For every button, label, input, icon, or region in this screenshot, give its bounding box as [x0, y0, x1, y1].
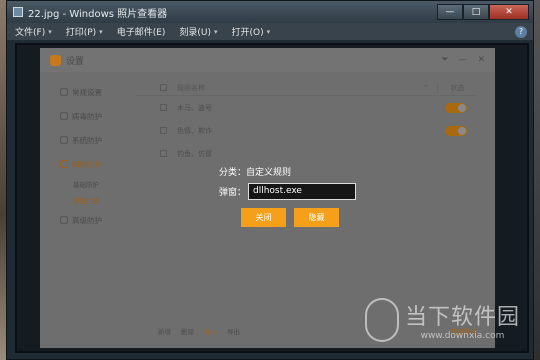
- watermark-title: 当下软件园: [404, 305, 520, 330]
- row-checkbox[interactable]: [160, 150, 167, 157]
- chevron-down-icon: ▾: [266, 27, 271, 36]
- network-icon: [60, 160, 68, 168]
- menu-open[interactable]: 打开(O) ▾: [232, 25, 271, 39]
- import-link[interactable]: 导入: [204, 326, 217, 336]
- minimize-button[interactable]: —: [437, 4, 463, 20]
- menu-email[interactable]: 电子邮件(E): [117, 25, 166, 38]
- title-bar: 22.jpg - Windows 照片查看器 — □ ✕: [7, 1, 533, 23]
- virus-shield-icon: [60, 112, 68, 120]
- settings-minimize-icon[interactable]: —: [458, 55, 467, 65]
- menu-bar: 文件(F) ▾ 打印(P) ▾ 电子邮件(E) 刻录(U) ▾ 打开(O) ▾ ?: [7, 23, 533, 41]
- delete-rule-link[interactable]: 删除: [181, 326, 194, 336]
- system-icon: [60, 136, 68, 144]
- window-title: 22.jpg - Windows 照片查看器: [28, 8, 168, 20]
- sidebar-item-advanced[interactable]: 高级防护: [40, 208, 132, 232]
- chevron-down-icon: ▾: [48, 27, 52, 36]
- rule-name: 色情、欺诈: [177, 126, 212, 135]
- help-icon[interactable]: ?: [515, 25, 527, 38]
- gear-icon: [60, 88, 68, 96]
- select-all-checkbox[interactable]: [160, 84, 167, 91]
- column-rule-name[interactable]: 规则名称: [177, 83, 423, 93]
- sidebar-item-network[interactable]: 网络防护: [40, 152, 132, 176]
- sidebar-item-system[interactable]: 系统防护: [40, 128, 132, 152]
- photo-viewer-icon: [13, 7, 23, 17]
- menu-file[interactable]: 文件(F) ▾: [15, 25, 52, 39]
- category-value: 自定义规则: [246, 167, 292, 178]
- rules-table-header: 规则名称 ⌃ 状态: [136, 80, 477, 96]
- sidebar-item-virus[interactable]: 病毒防护: [40, 104, 132, 128]
- close-button[interactable]: 关闭: [241, 208, 286, 227]
- rule-toggle[interactable]: [445, 102, 467, 113]
- menu-print[interactable]: 打印(P) ▾: [66, 25, 103, 39]
- rule-name: 钓鱼、仿冒: [177, 149, 212, 158]
- watermark: 当下软件园 www.downxia.com: [364, 298, 520, 342]
- rule-name: 木马、盗号: [177, 103, 212, 112]
- maximize-button[interactable]: □: [463, 4, 489, 20]
- sidebar-sub-basic[interactable]: 基础防护: [40, 176, 132, 192]
- popup-label: 弹窗：: [218, 187, 246, 198]
- sort-icon[interactable]: ⌃: [423, 84, 437, 92]
- add-rule-link[interactable]: 新增: [158, 326, 171, 336]
- sidebar-sub-popup-block[interactable]: 弹窗拦截: [40, 192, 132, 208]
- close-button[interactable]: ✕: [489, 4, 529, 20]
- settings-close-icon[interactable]: ✕: [477, 55, 485, 65]
- shield-logo-icon: [50, 54, 61, 66]
- row-checkbox[interactable]: [160, 127, 167, 134]
- chevron-down-icon: ▾: [99, 27, 103, 36]
- table-row: 木马、盗号: [136, 96, 477, 119]
- settings-title-bar: 设置 ⏷ — ✕: [40, 48, 495, 72]
- popup-process-field[interactable]: dllhost.exe: [248, 182, 356, 200]
- menu-burn[interactable]: 刻录(U) ▾: [179, 25, 218, 39]
- sidebar-item-general[interactable]: 常规设置: [40, 80, 132, 104]
- watermark-url: www.downxia.com: [420, 331, 505, 341]
- column-state: 状态: [437, 82, 477, 93]
- settings-sidebar: 常规设置 病毒防护 系统防护 网络防护 基础防护 弹窗拦截 高级防护: [40, 72, 132, 348]
- table-row: 色情、欺诈: [136, 119, 477, 142]
- advanced-shield-icon: [60, 216, 68, 224]
- downxia-logo-icon: [364, 298, 399, 342]
- chevron-down-icon: ▾: [214, 27, 218, 36]
- settings-menu-icon[interactable]: ⏷: [441, 55, 448, 65]
- settings-title: 设置: [66, 56, 85, 67]
- export-link[interactable]: 导出: [227, 326, 240, 336]
- row-checkbox[interactable]: [160, 104, 167, 111]
- rule-detail-popup: 分类： 自定义规则 弹窗： dllhost.exe 关闭 隐藏: [196, 162, 356, 234]
- category-label: 分类：: [218, 167, 246, 178]
- hide-button[interactable]: 隐藏: [294, 208, 339, 227]
- rule-toggle[interactable]: [445, 125, 467, 136]
